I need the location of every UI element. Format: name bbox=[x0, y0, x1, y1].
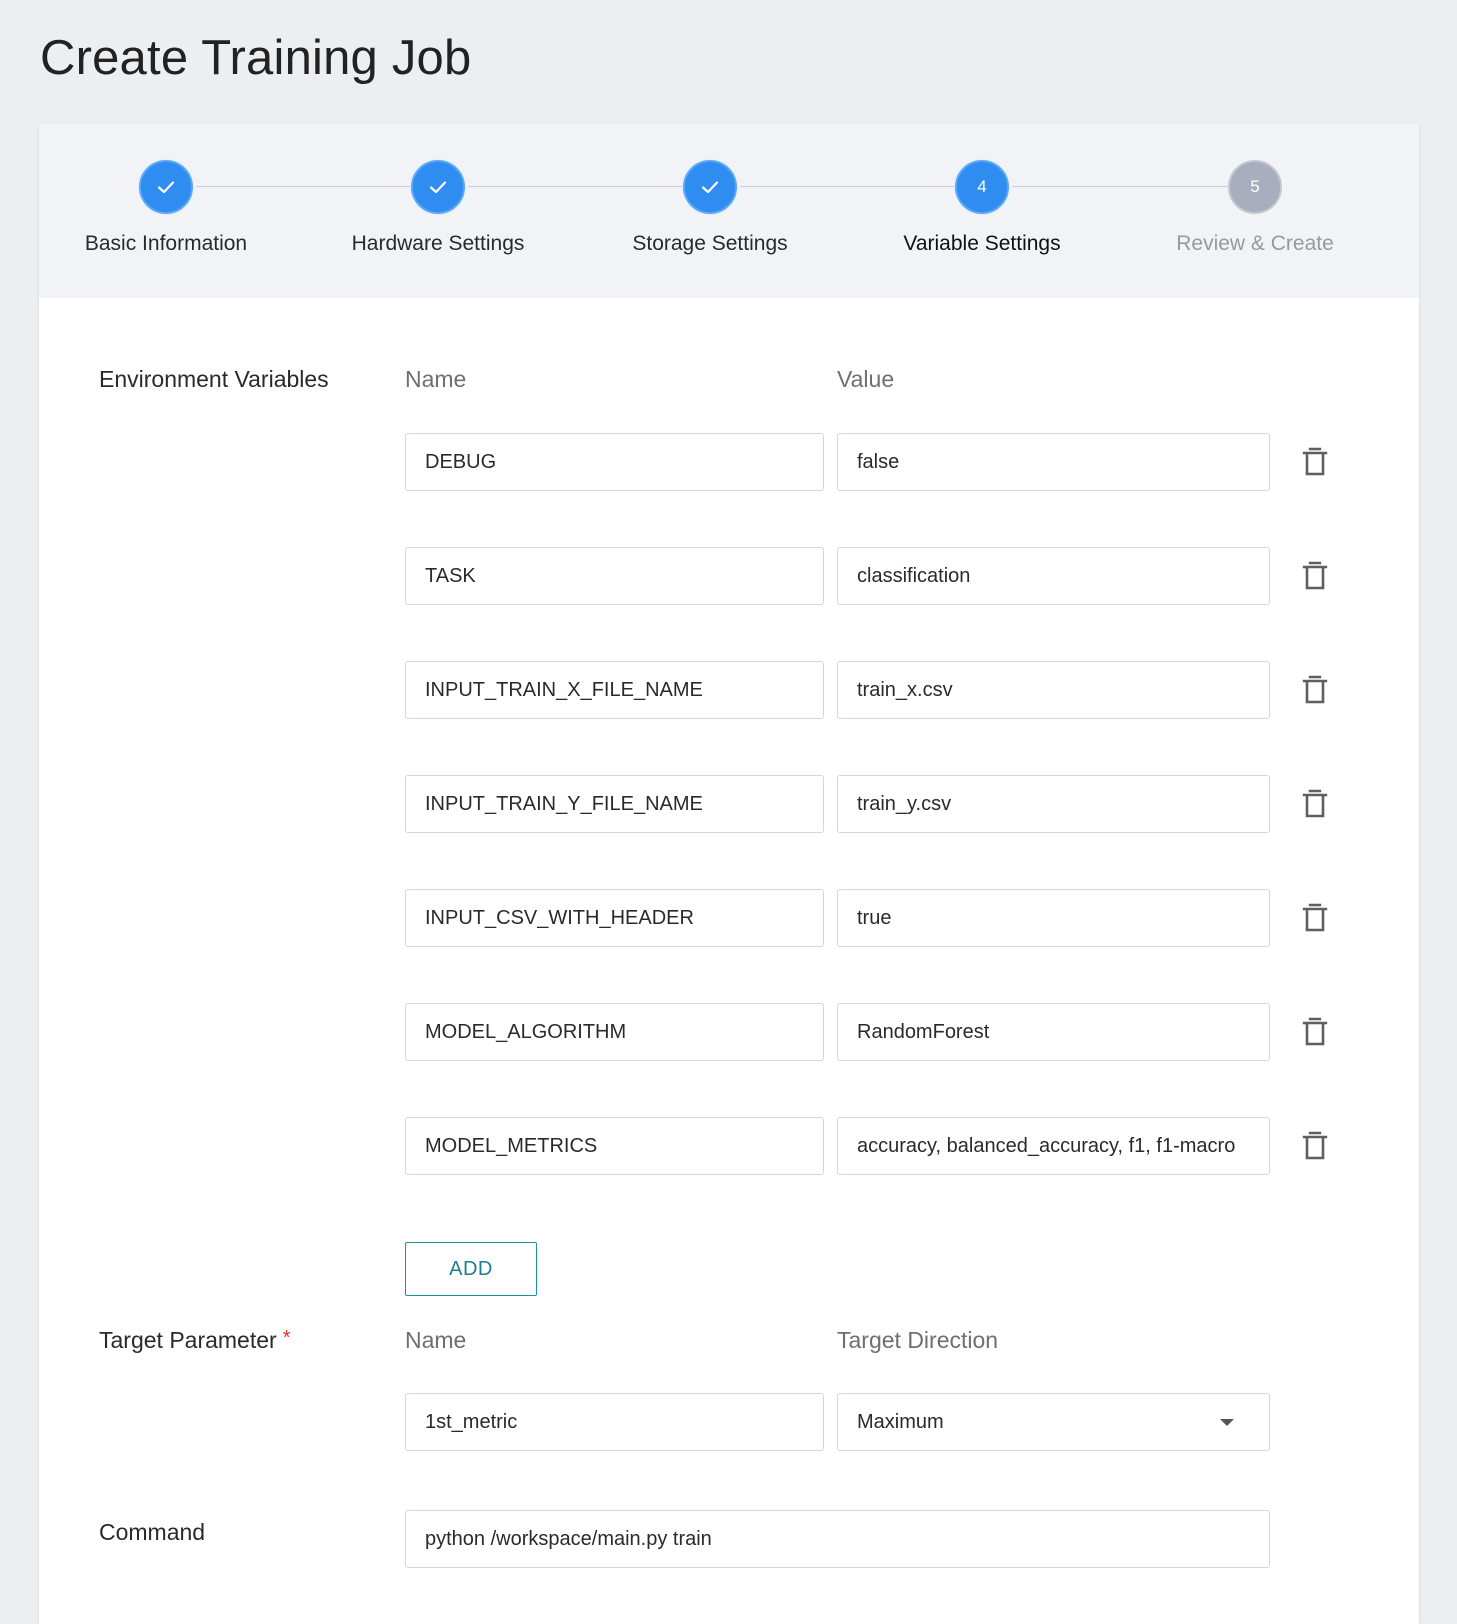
target-name-field[interactable] bbox=[405, 1393, 824, 1451]
target-parameter-label: Target Parameter * bbox=[99, 1327, 291, 1354]
env-name-field[interactable] bbox=[405, 889, 824, 947]
target-parameter-text: Target Parameter bbox=[99, 1327, 277, 1353]
check-icon bbox=[429, 181, 447, 194]
env-name-field[interactable] bbox=[405, 1117, 824, 1175]
env-name-field[interactable] bbox=[405, 433, 824, 491]
trash-icon[interactable] bbox=[1301, 1016, 1329, 1048]
env-name-field[interactable] bbox=[405, 775, 824, 833]
env-name-field[interactable] bbox=[405, 547, 824, 605]
required-mark: * bbox=[282, 1327, 291, 1349]
env-name-field[interactable] bbox=[405, 661, 824, 719]
trash-icon[interactable] bbox=[1301, 788, 1329, 820]
step-circle bbox=[411, 160, 465, 214]
trash-icon[interactable] bbox=[1301, 446, 1329, 478]
chevron-down-icon bbox=[1220, 1418, 1234, 1426]
step-circle bbox=[139, 160, 193, 214]
command-label: Command bbox=[99, 1519, 206, 1545]
check-icon bbox=[701, 181, 719, 194]
env-value-field[interactable] bbox=[837, 433, 1270, 491]
target-name-header: Name bbox=[405, 1327, 467, 1353]
trash-icon[interactable] bbox=[1301, 902, 1329, 934]
step-circle bbox=[683, 160, 737, 214]
form-card: Basic Information Hardware Settings Stor… bbox=[39, 124, 1419, 1624]
env-value-field[interactable] bbox=[837, 1003, 1270, 1061]
stepper: Basic Information Hardware Settings Stor… bbox=[39, 124, 1419, 298]
step-variable-settings[interactable]: 4 Variable Settings bbox=[842, 160, 1122, 256]
env-name-header: Name bbox=[405, 366, 467, 392]
step-circle: 5 bbox=[1228, 160, 1282, 214]
step-review-create[interactable]: 5 Review & Create bbox=[1115, 160, 1395, 256]
step-label: Variable Settings bbox=[903, 232, 1061, 255]
env-value-field[interactable] bbox=[837, 661, 1270, 719]
env-value-field[interactable] bbox=[837, 1117, 1270, 1175]
command-field[interactable] bbox=[405, 1510, 1270, 1568]
env-name-field[interactable] bbox=[405, 1003, 824, 1061]
trash-icon[interactable] bbox=[1301, 1130, 1329, 1162]
step-storage-settings[interactable]: Storage Settings bbox=[570, 160, 850, 256]
step-circle: 4 bbox=[955, 160, 1009, 214]
step-label: Storage Settings bbox=[632, 232, 788, 255]
page-title: Create Training Job bbox=[40, 31, 472, 85]
target-direction-header: Target Direction bbox=[837, 1327, 999, 1353]
env-value-field[interactable] bbox=[837, 775, 1270, 833]
target-direction-select[interactable]: Maximum bbox=[837, 1393, 1270, 1451]
trash-icon[interactable] bbox=[1301, 560, 1329, 592]
add-variable-button[interactable]: ADD bbox=[405, 1242, 537, 1296]
step-label: Basic Information bbox=[84, 232, 248, 255]
trash-icon[interactable] bbox=[1301, 674, 1329, 706]
env-value-field[interactable] bbox=[837, 547, 1270, 605]
check-icon bbox=[157, 181, 175, 194]
step-label: Hardware Settings bbox=[351, 232, 525, 255]
step-hardware-settings[interactable]: Hardware Settings bbox=[298, 160, 578, 256]
environment-variables-label: Environment Variables bbox=[99, 366, 329, 392]
step-basic-information[interactable]: Basic Information bbox=[26, 160, 306, 256]
env-value-field[interactable] bbox=[837, 889, 1270, 947]
target-direction-value: Maximum bbox=[857, 1410, 944, 1433]
step-label: Review & Create bbox=[1176, 232, 1334, 255]
env-value-header: Value bbox=[837, 366, 895, 392]
